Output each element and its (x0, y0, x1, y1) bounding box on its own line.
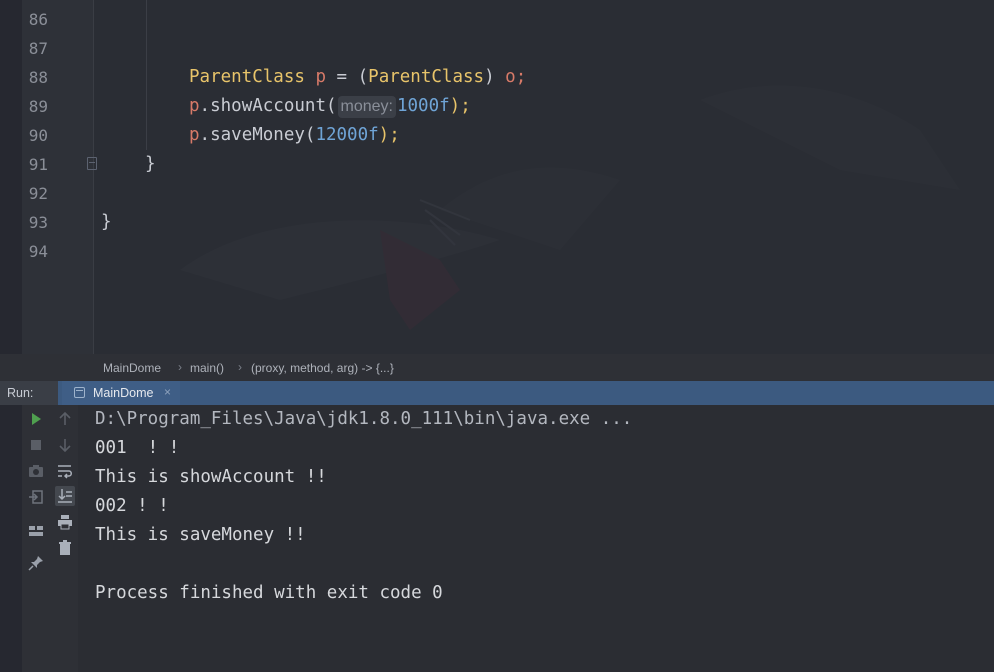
indent-guide (146, 0, 147, 150)
code-line-89: p.showAccount(money: 1000f); (189, 92, 471, 121)
play-icon[interactable] (26, 409, 46, 429)
tab-label: MainDome (93, 386, 154, 400)
run-panel: D:\Program_Files\Java\jdk1.8.0_111\bin\j… (0, 405, 994, 672)
breadcrumb-class[interactable]: MainDome (103, 361, 161, 375)
token-number: 1000f (396, 96, 450, 116)
camera-icon[interactable] (26, 461, 46, 481)
token-variable: p (315, 67, 326, 87)
parameter-hint: money: (337, 96, 396, 118)
token-type: ParentClass (368, 67, 485, 87)
line-number: 94 (28, 242, 48, 261)
token-punct: ); (378, 125, 400, 145)
line-number: 90 (28, 126, 48, 145)
console-output[interactable]: D:\Program_Files\Java\jdk1.8.0_111\bin\j… (95, 405, 985, 672)
editor-left-strip (0, 0, 22, 354)
line-number: 93 (28, 213, 48, 232)
console-line: 002 ! ! (95, 496, 169, 516)
fold-icon[interactable] (87, 157, 97, 170)
token-variable: p (189, 96, 200, 116)
console-line[interactable]: D:\Program_Files\Java\jdk1.8.0_111\bin\j… (95, 405, 632, 434)
token-method: .showAccount( (199, 96, 337, 116)
line-number: 87 (28, 39, 48, 58)
chevron-right-icon: › (178, 360, 182, 374)
console-line: Process finished with exit code 0 (95, 583, 443, 603)
code-line-93: } (101, 208, 112, 237)
pin-icon[interactable] (26, 553, 46, 573)
token-punct: ); (449, 96, 471, 116)
chevron-right-icon: › (238, 360, 242, 374)
run-label: Run: (0, 381, 58, 405)
token-method: .saveMoney( (199, 125, 316, 145)
breadcrumb-lambda[interactable]: (proxy, method, arg) -> {...} (251, 361, 394, 375)
soft-wrap-icon[interactable] (55, 461, 75, 481)
console-line: 001 ! ! (95, 438, 180, 458)
code-line-88: ParentClass p = (ParentClass) o; (189, 63, 526, 92)
breadcrumb-method[interactable]: main() (190, 361, 224, 375)
up-arrow-icon[interactable] (55, 409, 75, 429)
breadcrumb: MainDome › main() › (proxy, method, arg)… (0, 354, 994, 381)
line-number: 89 (28, 97, 48, 116)
trash-icon[interactable] (55, 538, 75, 558)
token-semicolon: ; (515, 67, 527, 87)
run-config-icon (74, 387, 85, 398)
stop-icon[interactable] (26, 435, 46, 455)
restore-layout-icon[interactable] (26, 487, 46, 507)
token-brace: } (145, 154, 156, 174)
code-editor[interactable]: 86 87 88 89 90 91 92 93 94 ParentClass p… (0, 0, 994, 354)
close-icon[interactable]: × (164, 385, 171, 399)
token-punct: = ( (326, 67, 369, 87)
token-variable: p (189, 125, 200, 145)
line-gutter: 86 87 88 89 90 91 92 93 94 (22, 0, 94, 354)
line-number: 88 (28, 68, 48, 87)
token-type: ParentClass (189, 67, 305, 87)
token-variable: o (505, 67, 516, 87)
token-number: 12000f (315, 125, 379, 145)
line-number: 91 (28, 155, 48, 174)
console-line: This is showAccount !! (95, 467, 327, 487)
code-line-90: p.saveMoney(12000f); (189, 121, 400, 150)
scroll-to-end-icon[interactable] (55, 486, 75, 506)
tab-maindome[interactable]: MainDome × (62, 381, 180, 405)
token-punct: ) (484, 67, 506, 87)
run-tool-window-header: Run: MainDome × (0, 381, 994, 405)
run-left-strip (0, 405, 22, 672)
run-toolbar (22, 405, 78, 672)
down-arrow-icon[interactable] (55, 435, 75, 455)
line-number: 92 (28, 184, 48, 203)
token-brace: } (101, 212, 112, 232)
code-line-91: } (145, 150, 156, 179)
line-number: 86 (28, 10, 48, 29)
print-icon[interactable] (55, 512, 75, 532)
console-line: This is saveMoney !! (95, 525, 306, 545)
layout-icon[interactable] (26, 521, 46, 541)
